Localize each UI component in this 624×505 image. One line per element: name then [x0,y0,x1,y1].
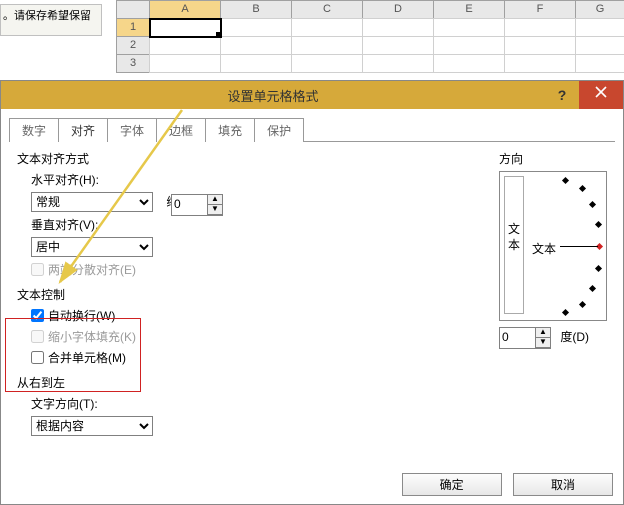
horizontal-align-select[interactable]: 常规 [31,192,153,212]
cell[interactable] [291,18,363,37]
vertical-align-select[interactable]: 居中 [31,237,153,257]
close-button[interactable] [579,81,623,109]
text-direction-label: 文字方向(T): [31,395,611,412]
tab-font[interactable]: 字体 [107,118,157,142]
cell[interactable] [220,36,292,55]
cell[interactable] [504,18,576,37]
col-header-a[interactable]: A [149,0,221,19]
help-button[interactable]: ? [545,81,579,109]
indent-spin[interactable]: ▲▼ [171,194,223,216]
wrap-text-checkbox[interactable] [31,309,44,322]
close-icon [595,86,607,98]
col-header-g[interactable]: G [575,0,624,19]
cell[interactable] [433,36,505,55]
cell[interactable] [575,36,624,55]
justify-distributed-label: 两端分散对齐(E) [48,261,136,278]
orientation-dial[interactable]: 文本 [530,176,602,316]
format-cells-dialog: 设置单元格格式 ? 数字 对齐 字体 边框 填充 保护 文本对齐方式 水平对齐(… [0,80,624,505]
select-all-corner[interactable] [116,0,150,19]
col-header-d[interactable]: D [362,0,434,19]
col-header-b[interactable]: B [220,0,292,19]
spreadsheet-area: 。请保存希望保留 A B C D E F G 1 2 3 [0,0,624,80]
tab-border[interactable]: 边框 [156,118,206,142]
tab-fill[interactable]: 填充 [205,118,255,142]
spin-buttons[interactable]: ▲▼ [535,328,550,348]
spin-buttons[interactable]: ▲▼ [207,195,222,215]
tab-number[interactable]: 数字 [9,118,59,142]
vertical-text-char: 本 [508,238,520,252]
merge-cells-row: 合并单元格(M) [31,349,611,366]
cell[interactable] [575,18,624,37]
merge-cells-label: 合并单元格(M) [48,349,126,366]
cancel-button[interactable]: 取消 [513,473,613,496]
rtl-label: 从右到左 [17,374,611,391]
degree-spin[interactable]: ▲▼ [499,327,551,349]
cell[interactable] [220,54,292,73]
cell[interactable] [291,54,363,73]
dialog-title: 设置单元格格式 [1,86,545,105]
cell[interactable] [362,18,434,37]
cell[interactable] [504,36,576,55]
justify-distributed-checkbox [31,263,44,276]
side-note: 。请保存希望保留 [0,4,102,36]
cell[interactable] [362,36,434,55]
shrink-to-fit-checkbox [31,330,44,343]
tab-alignment[interactable]: 对齐 [58,118,108,142]
ok-button[interactable]: 确定 [402,473,502,496]
rtl-group: 从右到左 文字方向(T): 根据内容 [17,374,611,436]
vertical-text-char: 文 [508,222,520,236]
cell[interactable] [575,54,624,73]
selected-cell[interactable] [149,18,222,38]
wrap-text-label: 自动换行(W) [48,307,115,324]
cell[interactable] [220,18,292,37]
degree-label: 度(D) [560,330,589,344]
orientation-box: 文 本 文本 [499,171,607,321]
cell[interactable] [433,54,505,73]
row-header-1[interactable]: 1 [116,18,150,37]
cell[interactable] [291,36,363,55]
col-header-e[interactable]: E [433,0,505,19]
cell[interactable] [149,36,221,55]
shrink-to-fit-label: 缩小字体填充(K) [48,328,136,345]
row-header-2[interactable]: 2 [116,36,150,55]
cell[interactable] [433,18,505,37]
cell[interactable] [149,54,221,73]
orientation-text-sample: 文本 [532,240,556,257]
orientation-line [560,246,598,247]
vertical-text-button[interactable]: 文 本 [504,176,524,314]
cell[interactable] [362,54,434,73]
vertical-align-label: 垂直对齐(V): [31,218,98,232]
orientation-group: 方向 文 本 文本 [499,150,609,349]
tab-protection[interactable]: 保护 [254,118,304,142]
dialog-button-bar: 确定 取消 [394,473,613,496]
tab-strip: 数字 对齐 字体 边框 填充 保护 [9,117,623,141]
row-header-3[interactable]: 3 [116,54,150,73]
fill-handle[interactable] [216,32,221,37]
merge-cells-checkbox[interactable] [31,351,44,364]
col-header-c[interactable]: C [291,0,363,19]
col-header-f[interactable]: F [504,0,576,19]
title-bar: 设置单元格格式 ? [1,81,623,109]
dialog-body: 文本对齐方式 水平对齐(H): 常规 缩进(I): 垂直对齐(V): ▲▼ 居中… [1,142,623,436]
text-direction-select[interactable]: 根据内容 [31,416,153,436]
cell[interactable] [504,54,576,73]
orientation-label: 方向 [499,150,609,167]
